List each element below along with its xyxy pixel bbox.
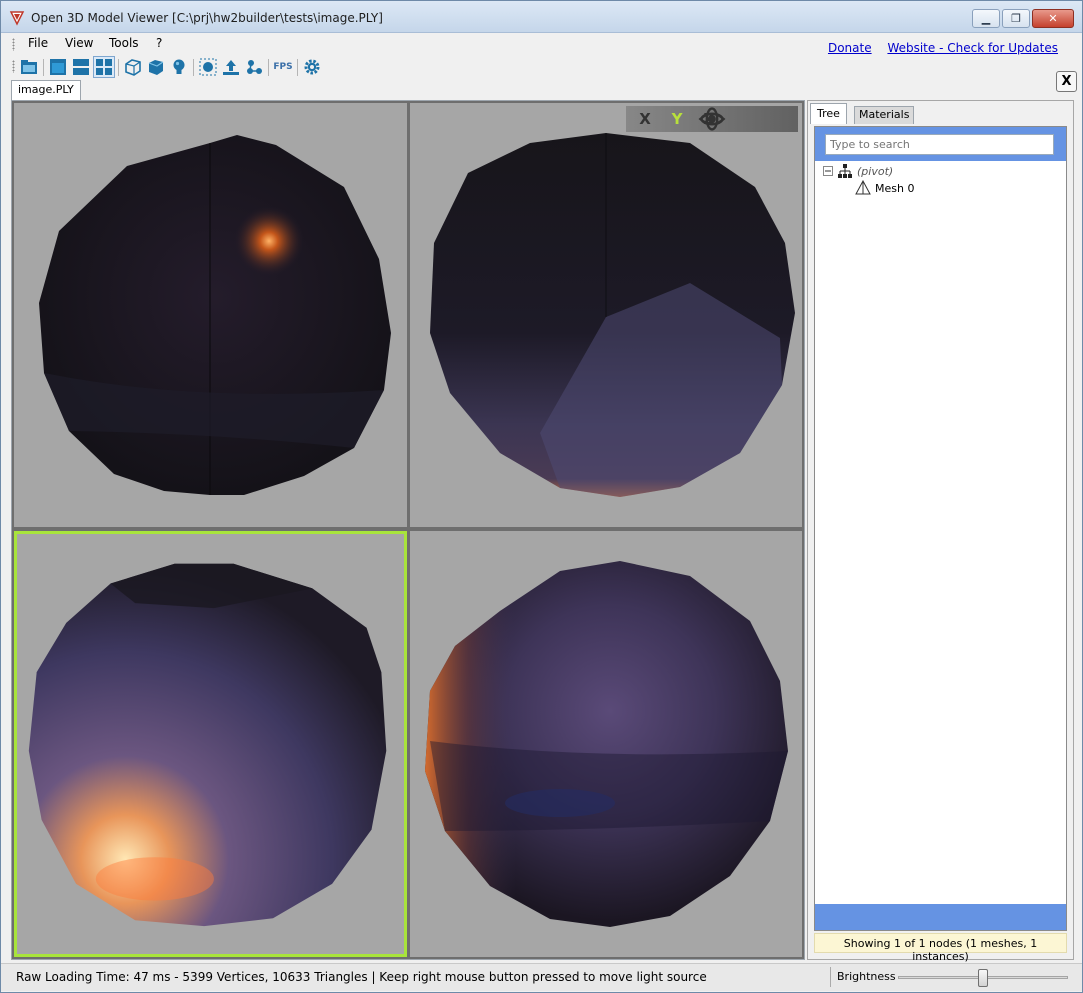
tree-footer-strip	[815, 904, 1066, 930]
lightbulb-icon	[173, 59, 185, 74]
tree-view: (pivot) Mesh 0	[814, 126, 1067, 931]
main-window: Open 3D Model Viewer [C:\prj\hw2builder\…	[0, 0, 1083, 993]
brightness-slider[interactable]	[898, 969, 1068, 987]
viewport-bottom-right[interactable]	[410, 531, 802, 957]
close-panel-button[interactable]: X	[1056, 71, 1077, 92]
minimize-button[interactable]: ▁	[972, 9, 1000, 28]
eye-icon[interactable]	[626, 106, 798, 132]
tree-node-label: Mesh 0	[875, 181, 915, 195]
cube-wireframe-icon	[125, 59, 141, 76]
search-strip	[815, 127, 1066, 161]
close-window-button[interactable]: ✕	[1032, 9, 1074, 28]
pivot-button[interactable]	[220, 56, 242, 78]
single-view-button[interactable]	[47, 56, 69, 78]
gear-icon	[304, 59, 320, 75]
tab-materials[interactable]: Materials	[854, 106, 915, 124]
tree-node-label: (pivot)	[857, 164, 894, 178]
settings-button[interactable]	[301, 56, 323, 78]
sphere-render	[430, 133, 795, 497]
folder-icon	[21, 60, 37, 74]
zoom-fit-icon	[199, 58, 217, 76]
nodes-button[interactable]	[243, 56, 265, 78]
tab-tree[interactable]: Tree	[810, 103, 847, 124]
axis-toolbar: X Y Z	[626, 106, 798, 132]
tree-search-input[interactable]	[825, 134, 1054, 155]
single-view-icon	[50, 59, 66, 75]
zoom-fit-button[interactable]	[197, 56, 219, 78]
menu-help[interactable]: ?	[156, 36, 162, 50]
tree-node-pivot[interactable]: (pivot)	[823, 164, 893, 178]
node-count-status: Showing 1 of 1 nodes (1 meshes, 1 instan…	[814, 933, 1067, 963]
sphere-render	[28, 563, 387, 927]
brightness-slider-thumb[interactable]	[978, 969, 988, 987]
menu-bar: File View Tools ? Donate Website - Check…	[1, 34, 1082, 55]
wireframe-button[interactable]	[122, 56, 144, 78]
mesh-icon	[855, 180, 871, 195]
title-bar: Open 3D Model Viewer [C:\prj\hw2builder\…	[1, 1, 1082, 33]
collapse-icon[interactable]	[823, 166, 833, 176]
fps-button[interactable]: FPS	[272, 56, 294, 78]
cube-solid-icon	[148, 60, 164, 75]
four-views-button[interactable]	[93, 56, 115, 78]
four-views-icon	[96, 59, 112, 75]
nodes-icon	[247, 60, 262, 74]
scene-panel: Tree Materials (pivot) Mesh 0 Showing 1 …	[807, 100, 1074, 963]
maximize-button[interactable]: ❐	[1002, 9, 1030, 28]
menu-view[interactable]: View	[65, 36, 93, 50]
brightness-label: Brightness	[837, 970, 896, 983]
viewport-bottom-left[interactable]	[14, 531, 407, 957]
sphere-render	[39, 135, 391, 495]
viewport-top-right[interactable]: X Y Z	[410, 103, 802, 527]
toolbar-grip-icon	[12, 60, 15, 73]
two-views-button[interactable]	[70, 56, 92, 78]
light-button[interactable]	[168, 56, 190, 78]
toolbar: FPS	[1, 56, 1082, 80]
two-views-icon	[73, 59, 89, 75]
website-link[interactable]: Website - Check for Updates	[887, 41, 1058, 55]
tree-node-mesh[interactable]: Mesh 0	[855, 180, 914, 196]
menu-grip-icon	[12, 38, 15, 51]
app-icon	[9, 11, 25, 26]
viewport-area: X Y Z	[11, 100, 805, 960]
donate-link[interactable]: Donate	[828, 41, 872, 55]
viewport-top-left[interactable]	[14, 103, 407, 527]
pivot-icon	[223, 60, 239, 75]
menu-tools[interactable]: Tools	[109, 36, 139, 50]
status-bar: Raw Loading Time: 47 ms - 5399 Vertices,…	[1, 963, 1082, 991]
sphere-render	[425, 561, 788, 927]
fps-label: FPS	[273, 62, 293, 72]
solid-button[interactable]	[145, 56, 167, 78]
open-folder-button[interactable]	[18, 56, 40, 78]
status-message: Raw Loading Time: 47 ms - 5399 Vertices,…	[16, 970, 707, 984]
hierarchy-icon	[838, 164, 852, 178]
window-title: Open 3D Model Viewer [C:\prj\hw2builder\…	[31, 11, 383, 25]
document-tab[interactable]: image.PLY	[11, 80, 81, 101]
menu-file[interactable]: File	[28, 36, 48, 50]
